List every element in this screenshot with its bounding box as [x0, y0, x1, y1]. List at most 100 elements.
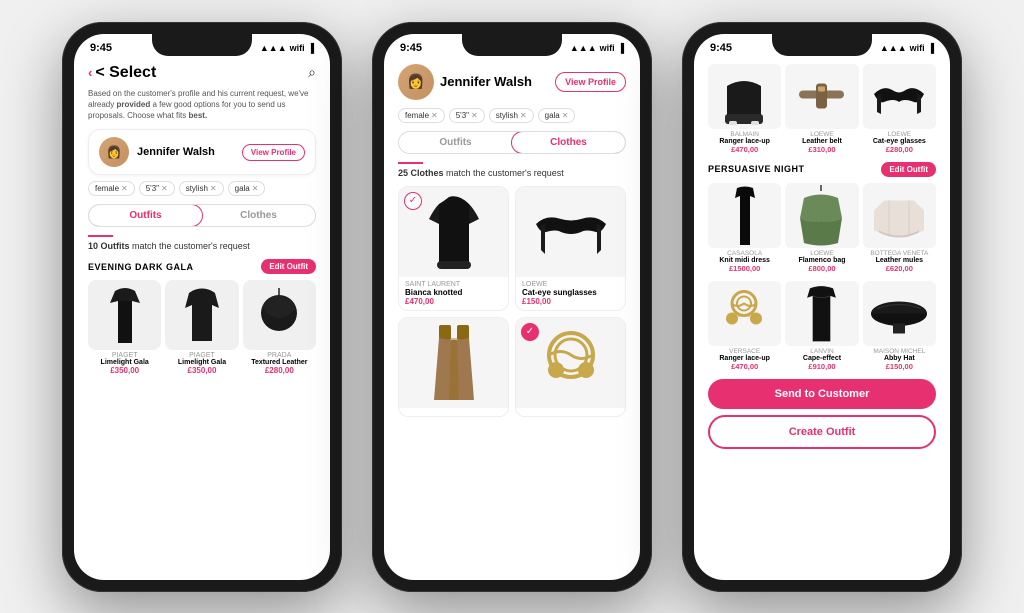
status-icons-1: ▲▲▲ wifi ▐ — [260, 43, 314, 53]
tab-clothes-2[interactable]: Clothes — [511, 131, 626, 154]
p3-price-top1: £470,00 — [731, 145, 758, 154]
p3-price-top3: £280,00 — [886, 145, 913, 154]
outfit-grid-1: PIAGET Limelight Gala £350,00 PIAGET Lim… — [88, 280, 316, 375]
tag2-x4[interactable]: ✕ — [562, 111, 569, 120]
p3-brand-bot2: LANVIN — [810, 348, 833, 355]
p3-brand-mid2: LOEWE — [810, 250, 833, 257]
brand-1a: PIAGET — [112, 352, 138, 359]
outfit-item-1[interactable]: PIAGET Limelight Gala £350,00 — [88, 280, 161, 375]
edit-outfit-btn-1[interactable]: Edit Outfit — [261, 259, 316, 274]
match-text-2: 25 Clothes match the customer's request — [398, 162, 626, 178]
clothes-card-3[interactable] — [398, 317, 509, 417]
p3-top-3[interactable]: LOEWE Cat-eye glasses £280,00 — [863, 64, 936, 154]
p3-name-bot2: Cape-effect — [803, 355, 841, 362]
p3-brand-top2: LOEWE — [810, 131, 833, 138]
name-1b: Limelight Gala — [178, 359, 226, 366]
time-1: 9:45 — [90, 42, 112, 54]
tag-gala: gala ✕ — [228, 181, 266, 196]
wifi-icon: wifi — [290, 43, 305, 53]
p3-price-top2: £310,00 — [808, 145, 835, 154]
view-profile-btn-2[interactable]: View Profile — [555, 72, 626, 92]
p2-profile-left: 👩 Jennifer Walsh — [398, 64, 532, 100]
back-button[interactable]: ‹ < Select — [88, 64, 156, 82]
avatar-1: 👩 — [99, 137, 129, 167]
p3-mid-grid: CASASOLA Knit midi dress £1500,00 L — [708, 183, 936, 273]
p3-bot-1[interactable]: VERSACE Ranger lace-up £470,00 — [708, 281, 781, 371]
p3-top-2[interactable]: LOEWE Leather belt £310,00 — [785, 64, 858, 154]
check-badge-1: ✓ — [404, 192, 422, 210]
notch-1 — [152, 34, 252, 56]
tag2-gala: gala ✕ — [538, 108, 576, 123]
notch-2 — [462, 34, 562, 56]
search-icon[interactable]: ⌕ — [308, 64, 316, 81]
phone-1: 9:45 ▲▲▲ wifi ▐ ‹ < Select ⌕ Based on th… — [62, 22, 342, 592]
outfit-section-1: EVENING DARK GALA Edit Outfit — [88, 259, 316, 274]
edit-outfit-btn-3[interactable]: Edit Outfit — [881, 162, 936, 177]
tag-female: female ✕ — [88, 181, 135, 196]
persuasive-header: PERSUASIVE NIGHT Edit Outfit — [708, 162, 936, 177]
p3-mid-2[interactable]: LOEWE Flamenco bag £800,00 — [785, 183, 858, 273]
clothes-card-4[interactable]: ✓ — [515, 317, 626, 417]
clothes-card-2[interactable]: LOEWE Cat-eye sunglasses £150,00 — [515, 186, 626, 311]
p3-top-1[interactable]: BALMAIN Ranger lace-up £470,00 — [708, 64, 781, 154]
clothes-img-2 — [516, 187, 625, 277]
p3-bot-2[interactable]: LANVIN Cape-effect £910,00 — [785, 281, 858, 371]
p3-name-bot1: Ranger lace-up — [719, 355, 770, 362]
clothes-brand-1: SAINT LAURENT — [405, 281, 502, 288]
p3-brand-top3: LOEWE — [888, 131, 911, 138]
p2-name: Jennifer Walsh — [440, 74, 532, 89]
price-1c: £280,00 — [265, 366, 294, 375]
p3-brand-bot3: MAISON MICHEL — [873, 348, 925, 355]
clothes-card-1[interactable]: ✓ SAINT LAURENT Bianca knotted — [398, 186, 509, 311]
tag2-x1[interactable]: ✕ — [431, 111, 438, 120]
p3-price-mid2: £800,00 — [808, 264, 835, 273]
tag2-x2[interactable]: ✕ — [471, 111, 478, 120]
p3-price-bot2: £910,00 — [808, 362, 835, 371]
view-profile-btn-1[interactable]: View Profile — [242, 144, 305, 161]
profile-name-1: Jennifer Walsh — [137, 146, 215, 158]
notch-3 — [772, 34, 872, 56]
clothes-info-3 — [399, 408, 508, 416]
p3-bot-3[interactable]: MAISON MICHEL Abby Hat £150,00 — [863, 281, 936, 371]
check-badge-4: ✓ — [521, 323, 539, 341]
outfit-item-3[interactable]: PRADA Textured Leather £280,00 — [243, 280, 316, 375]
p3-name-mid1: Knit midi dress — [719, 257, 770, 264]
tag-x3[interactable]: ✕ — [210, 184, 217, 193]
tab-row-2: Outfits Clothes — [398, 131, 626, 154]
p3-name-top1: Ranger lace-up — [719, 138, 770, 145]
profile-info: 👩 Jennifer Walsh — [99, 137, 215, 167]
clothes-info-1: SAINT LAURENT Bianca knotted £470,00 — [399, 277, 508, 310]
battery-icon-2: ▐ — [618, 43, 624, 53]
clothes-brand-2: LOEWE — [522, 281, 619, 288]
battery-icon: ▐ — [308, 43, 314, 53]
tag-stylish: stylish ✕ — [179, 181, 224, 196]
p3-mid-1[interactable]: CASASOLA Knit midi dress £1500,00 — [708, 183, 781, 273]
tag-x[interactable]: ✕ — [121, 184, 128, 193]
phone-2: 9:45 ▲▲▲ wifi ▐ 👩 Jennifer Walsh View Pr… — [372, 22, 652, 592]
p3-price-mid1: £1500,00 — [729, 264, 760, 273]
time-2: 9:45 — [400, 42, 422, 54]
p3-brand-top1: BALMAIN — [730, 131, 759, 138]
tab-outfits-1[interactable]: Outfits — [88, 204, 203, 227]
tag2-x3[interactable]: ✕ — [520, 111, 527, 120]
outfit-item-2[interactable]: PIAGET Limelight Gala £350,00 — [165, 280, 238, 375]
p1-description: Based on the customer's profile and his … — [88, 88, 316, 122]
send-to-customer-btn[interactable]: Send to Customer — [708, 379, 936, 409]
signal-icon: ▲▲▲ — [260, 43, 287, 53]
tag-x2[interactable]: ✕ — [161, 184, 168, 193]
tab-clothes-1[interactable]: Clothes — [202, 205, 315, 226]
tab-outfits-2[interactable]: Outfits — [399, 132, 512, 153]
p3-price-bot3: £150,00 — [886, 362, 913, 371]
tag-x4[interactable]: ✕ — [252, 184, 259, 193]
p3-img-mid1 — [708, 183, 781, 248]
persuasive-label: PERSUASIVE NIGHT — [708, 164, 805, 174]
outfit-img-3 — [243, 280, 316, 350]
battery-icon-3: ▐ — [928, 43, 934, 53]
clothes-info-2: LOEWE Cat-eye sunglasses £150,00 — [516, 277, 625, 310]
tab-row-1: Outfits Clothes — [88, 204, 316, 227]
phone-3: 9:45 ▲▲▲ wifi ▐ — [682, 22, 962, 592]
create-outfit-btn[interactable]: Create Outfit — [708, 415, 936, 449]
wifi-icon-3: wifi — [910, 43, 925, 53]
p3-mid-3[interactable]: BOTTEGA VENETA Leather mules £620,00 — [863, 183, 936, 273]
outfit-img-1 — [88, 280, 161, 350]
